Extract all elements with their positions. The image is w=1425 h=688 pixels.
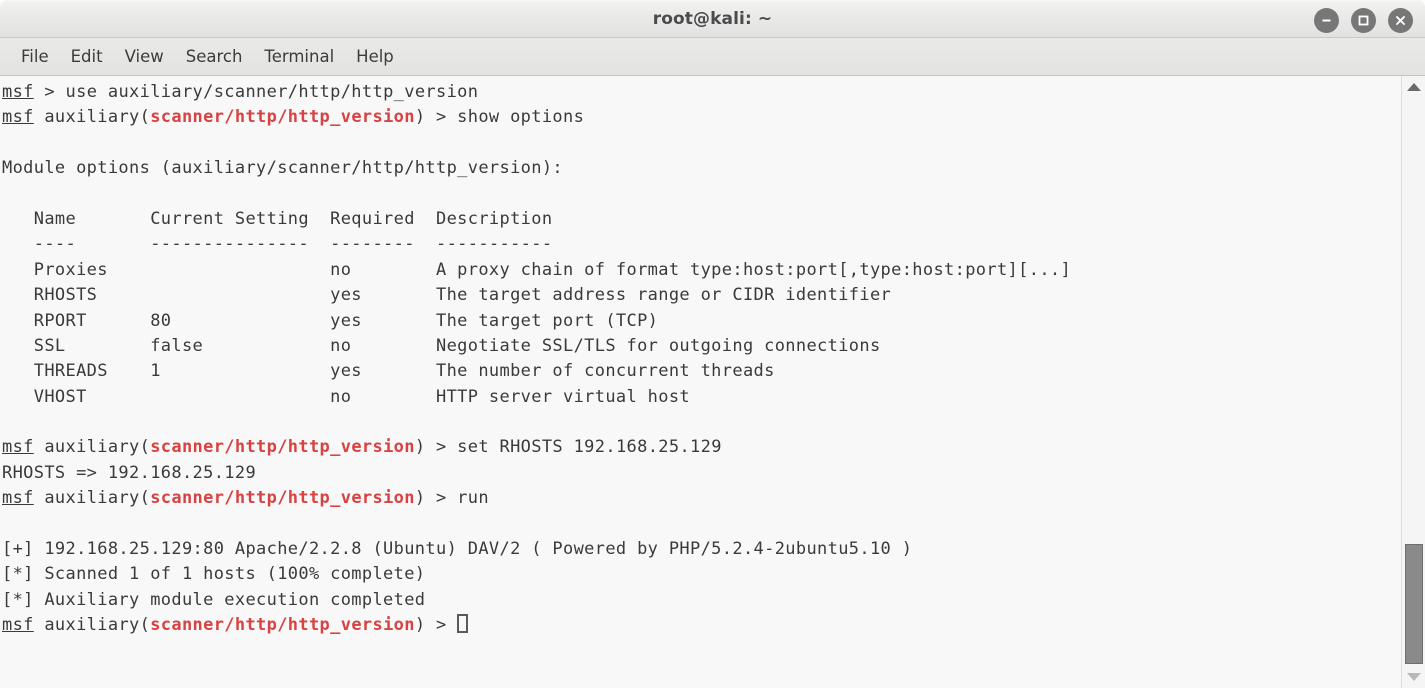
menu-item-file[interactable]: File xyxy=(10,44,60,69)
chevron-down-icon xyxy=(1406,673,1421,681)
prompt-msf: msf xyxy=(2,437,34,458)
terminal-line-execution-completed: [*] Auxiliary module execution completed xyxy=(2,589,426,610)
terminal-line-use-module: msf > use auxiliary/scanner/http/http_ve… xyxy=(2,80,1401,105)
table-row: VHOST no HTTP server virtual host xyxy=(2,386,691,407)
terminal-text: auxiliary( xyxy=(33,437,151,458)
close-button[interactable] xyxy=(1388,7,1413,33)
table-row: RPORT 80 yes The target port (TCP) xyxy=(2,310,659,331)
table-row: RHOSTS yes The target address range or C… xyxy=(2,285,892,306)
prompt-msf: msf xyxy=(2,82,34,102)
menu-item-help[interactable]: Help xyxy=(345,44,405,69)
window-titlebar: root@kali: ~ xyxy=(0,0,1425,38)
terminal-text: ) > set RHOSTS 192.168.25.129 xyxy=(414,437,722,458)
menu-item-terminal[interactable]: Terminal xyxy=(253,44,345,69)
table-row: THREADS 1 yes The number of concurrent t… xyxy=(2,361,775,382)
terminal-text: auxiliary( xyxy=(33,107,151,128)
terminal-text: ) > xyxy=(414,615,458,636)
terminal-text: auxiliary( xyxy=(33,488,151,509)
scroll-thumb[interactable] xyxy=(1405,544,1423,664)
options-table-rule: ---- --------------- -------- ----------… xyxy=(2,234,553,255)
terminal-line-result-banner: [+] 192.168.25.129:80 Apache/2.2.8 (Ubun… xyxy=(2,539,913,560)
terminal-line-show-options: msf auxiliary(scanner/http/http_version)… xyxy=(2,105,1401,130)
module-path: scanner/http/http_version xyxy=(150,615,415,636)
prompt-msf: msf xyxy=(2,615,34,636)
prompt-msf: msf xyxy=(2,107,34,128)
module-path: scanner/http/http_version xyxy=(150,437,415,458)
menu-item-edit[interactable]: Edit xyxy=(60,44,114,69)
minimize-button[interactable] xyxy=(1314,7,1339,33)
window-controls xyxy=(1314,1,1413,39)
close-icon xyxy=(1396,15,1405,25)
module-path: scanner/http/http_version xyxy=(150,107,415,128)
prompt-msf: msf xyxy=(2,488,34,509)
text-cursor xyxy=(457,614,469,634)
options-table-header: Name Current Setting Required Descriptio… xyxy=(2,208,553,229)
terminal-line-run: msf auxiliary(scanner/http/http_version)… xyxy=(2,486,1401,511)
terminal-text: > use auxiliary/scanner/http/http_versio… xyxy=(33,82,479,102)
scroll-down-arrow[interactable] xyxy=(1402,667,1425,687)
terminal-window: root@kali: ~ File Edit View Search Termi… xyxy=(0,0,1425,688)
window-title: root@kali: ~ xyxy=(652,9,773,29)
vertical-scrollbar[interactable] xyxy=(1401,76,1425,688)
maximize-button[interactable] xyxy=(1351,7,1376,33)
terminal-line-rhosts-echo: RHOSTS => 192.168.25.129 xyxy=(2,462,257,483)
menu-bar: File Edit View Search Terminal Help xyxy=(0,38,1425,76)
terminal-line-active-prompt: msf auxiliary(scanner/http/http_version)… xyxy=(2,613,1401,638)
terminal-text: ) > show options xyxy=(414,107,585,128)
module-path: scanner/http/http_version xyxy=(150,488,415,509)
minimize-icon xyxy=(1322,19,1331,21)
table-row: SSL false no Negotiate SSL/TLS for outgo… xyxy=(2,335,881,356)
chevron-up-icon xyxy=(1406,83,1421,91)
menu-item-search[interactable]: Search xyxy=(175,44,254,69)
terminal-output[interactable]: msf > use auxiliary/scanner/http/http_ve… xyxy=(0,76,1401,688)
table-row: Proxies no A proxy chain of format type:… xyxy=(2,259,1072,280)
terminal-text: ) > run xyxy=(414,488,489,509)
terminal-text: auxiliary( xyxy=(33,615,151,636)
maximize-icon xyxy=(1358,15,1369,25)
menu-item-view[interactable]: View xyxy=(114,44,175,69)
terminal-line-module-options-header: Module options (auxiliary/scanner/http/h… xyxy=(2,158,563,179)
terminal-area: msf > use auxiliary/scanner/http/http_ve… xyxy=(0,76,1425,688)
terminal-line-scanned-status: [*] Scanned 1 of 1 hosts (100% complete) xyxy=(2,564,426,585)
terminal-line-set-rhosts: msf auxiliary(scanner/http/http_version)… xyxy=(2,435,1401,460)
scroll-up-arrow[interactable] xyxy=(1402,77,1425,97)
